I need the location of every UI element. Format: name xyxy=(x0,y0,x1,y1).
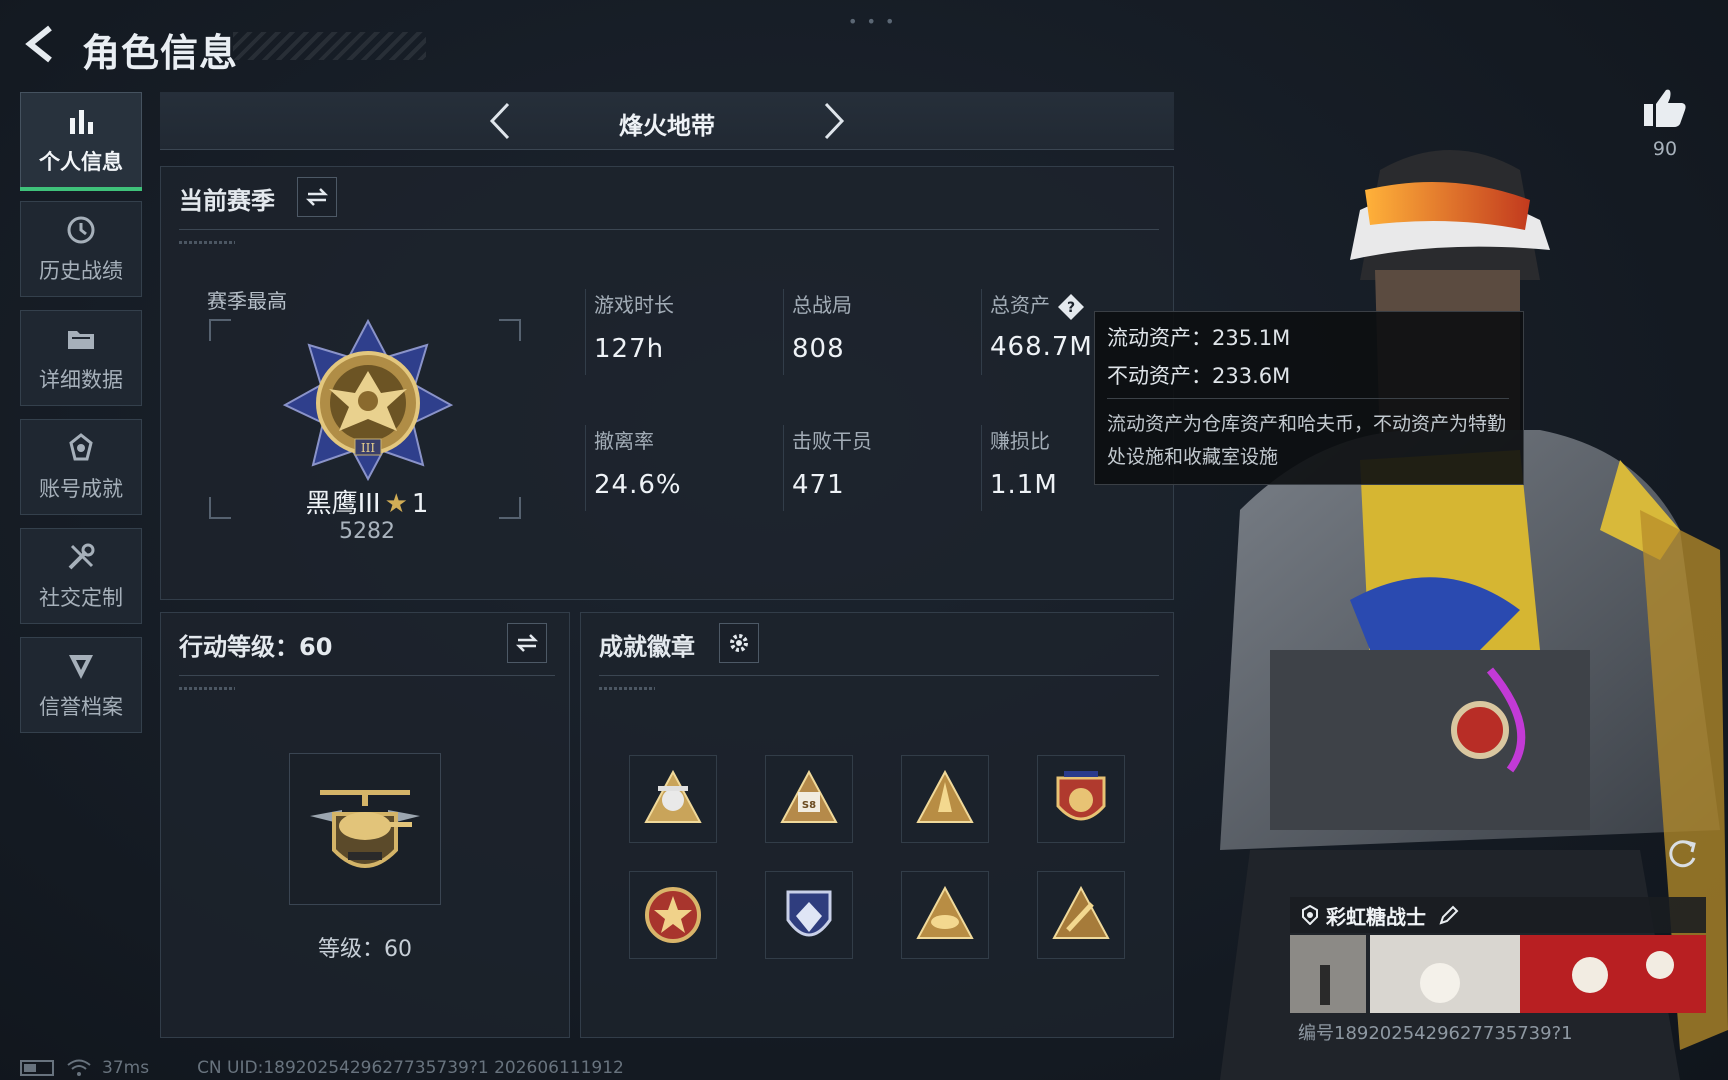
ping-text: 37ms xyxy=(102,1058,150,1078)
svg-text:?: ? xyxy=(1067,300,1075,316)
achievement-badge[interactable] xyxy=(629,871,717,959)
sidebar-item-label: 个人信息 xyxy=(39,150,123,174)
help-icon[interactable]: ? xyxy=(1056,292,1086,322)
sidebar-item-achievements[interactable]: 账号成就 xyxy=(20,419,142,515)
screen-root: 角色信息 • • • 个人信息 历史战绩 详细数据 账号成就 社交定制 信誉档案… xyxy=(0,0,1728,1080)
card-header: 彩虹糖战士 xyxy=(1290,897,1706,933)
action-level-switch-button[interactable] xyxy=(507,623,547,663)
chevron-right-icon[interactable] xyxy=(812,100,854,142)
liquid-assets: 流动资产：235.1M xyxy=(1107,326,1291,350)
sidebar-item-label: 社交定制 xyxy=(39,586,123,610)
rank-name: 黑鹰III ★ 1 xyxy=(305,489,429,519)
helicopter-emblem-icon xyxy=(310,790,420,868)
folder-icon xyxy=(68,331,94,349)
achievement-badge[interactable] xyxy=(765,871,853,959)
achievement-badge[interactable] xyxy=(629,755,717,843)
svg-text:III: III xyxy=(361,441,375,455)
mode-selector: 烽火地带 xyxy=(160,92,1174,150)
achievement-badge[interactable] xyxy=(1037,871,1125,959)
svg-text:S8: S8 xyxy=(802,800,816,811)
fixed-assets: 不动资产：233.6M xyxy=(1107,364,1291,388)
sidebar: 个人信息 历史战绩 详细数据 账号成就 社交定制 信誉档案 xyxy=(20,92,144,746)
action-level-badge[interactable] xyxy=(289,753,441,905)
achievements-panel: 成就徽章 S8 xyxy=(580,612,1174,1038)
like-button[interactable]: 90 xyxy=(1640,86,1690,160)
rank-score: 5282 xyxy=(339,519,395,544)
achievements-settings-button[interactable] xyxy=(719,623,759,663)
sidebar-item-detail-data[interactable]: 详细数据 xyxy=(20,310,142,406)
medal-icon xyxy=(69,433,93,461)
swap-icon xyxy=(515,634,539,652)
stat-play-time: 游戏时长 127h xyxy=(585,289,765,375)
uid-text: CN UID:1892025429627735739?1 20260611191… xyxy=(197,1058,624,1078)
divider-dots xyxy=(179,687,235,690)
tooltip-description: 流动资产为仓库资产和哈夫币，不动资产为特勤处设施和收藏室设施 xyxy=(1107,413,1507,468)
stat-total-matches: 总战局 808 xyxy=(783,289,963,375)
action-level-panel: 行动等级：60 等级：60 xyxy=(160,612,570,1038)
tooltip-divider xyxy=(1107,398,1509,399)
page-header: 角色信息 xyxy=(18,18,426,75)
page-title: 角色信息 xyxy=(82,31,239,75)
achievement-badge[interactable] xyxy=(901,871,989,959)
divider xyxy=(599,675,1159,676)
thumbs-up-icon xyxy=(1644,89,1686,127)
history-clock-icon xyxy=(67,216,95,244)
title-decoration xyxy=(233,32,426,60)
wifi-icon xyxy=(67,1059,91,1076)
battery-icon xyxy=(20,1060,54,1076)
achievement-badge[interactable] xyxy=(901,755,989,843)
assets-tooltip: 流动资产：235.1M 不动资产：233.6M 流动资产为仓库资产和哈夫币，不动… xyxy=(1094,311,1524,485)
achievements-heading: 成就徽章 xyxy=(599,633,695,661)
sidebar-item-label: 账号成就 xyxy=(39,477,123,501)
divider xyxy=(179,675,555,676)
character-name: 彩虹糖战士 xyxy=(1326,904,1426,929)
sidebar-item-label: 信誉档案 xyxy=(39,695,123,719)
bar-chart-icon xyxy=(70,110,93,134)
edit-pencil-icon[interactable] xyxy=(1438,904,1460,926)
season-best-label: 赛季最高 xyxy=(207,289,287,313)
sidebar-item-history[interactable]: 历史战绩 xyxy=(20,201,142,297)
character-serial: 编号1892025429627735739?1 xyxy=(1298,1023,1573,1044)
current-season-panel: 当前赛季 赛季最高 III 黑鹰III ★ 1 5282 游戏时长 127h 总… xyxy=(160,166,1174,600)
achievement-badge[interactable] xyxy=(1037,755,1125,843)
name-card-artwork xyxy=(1290,935,1706,1013)
achievement-badge[interactable]: S8 xyxy=(765,755,853,843)
season-switch-button[interactable] xyxy=(297,177,337,217)
season-heading: 当前赛季 xyxy=(179,187,275,215)
sidebar-item-label: 历史战绩 xyxy=(39,259,123,283)
divider-dots xyxy=(179,241,235,244)
black-hawk-rank-emblem: III xyxy=(282,319,454,481)
rank-star-count: 1 xyxy=(411,489,429,519)
stat-extract-rate: 撤离率 24.6% xyxy=(585,425,765,511)
mode-title: 烽火地带 xyxy=(619,112,715,140)
level-text: 等级：60 xyxy=(318,937,412,962)
badge-icon xyxy=(1302,905,1318,925)
stat-operators-defeated: 击败干员 471 xyxy=(783,425,963,511)
sidebar-item-social[interactable]: 社交定制 xyxy=(20,528,142,624)
action-level-heading: 行动等级：60 xyxy=(179,633,333,661)
like-count: 90 xyxy=(1652,138,1678,160)
sidebar-item-label: 详细数据 xyxy=(39,368,123,392)
divider-dots xyxy=(599,687,655,690)
swap-icon xyxy=(305,188,329,206)
drag-handle-dots[interactable]: • • • xyxy=(848,12,896,31)
tools-icon xyxy=(68,543,95,570)
character-name-card: 彩虹糖战士 编号1892025429627735739?1 xyxy=(1290,897,1706,1047)
sidebar-item-credit[interactable]: 信誉档案 xyxy=(20,637,142,733)
rotate-icon[interactable] xyxy=(1660,832,1704,876)
shield-icon xyxy=(69,655,93,679)
sidebar-item-personal-info[interactable]: 个人信息 xyxy=(20,92,142,191)
status-bar: 37ms CN UID:1892025429627735739?1 202606… xyxy=(20,1058,624,1078)
divider xyxy=(179,229,1159,230)
gear-icon xyxy=(730,634,748,652)
rank-star-icon: ★ xyxy=(384,489,408,519)
back-arrow-icon[interactable] xyxy=(22,24,62,64)
